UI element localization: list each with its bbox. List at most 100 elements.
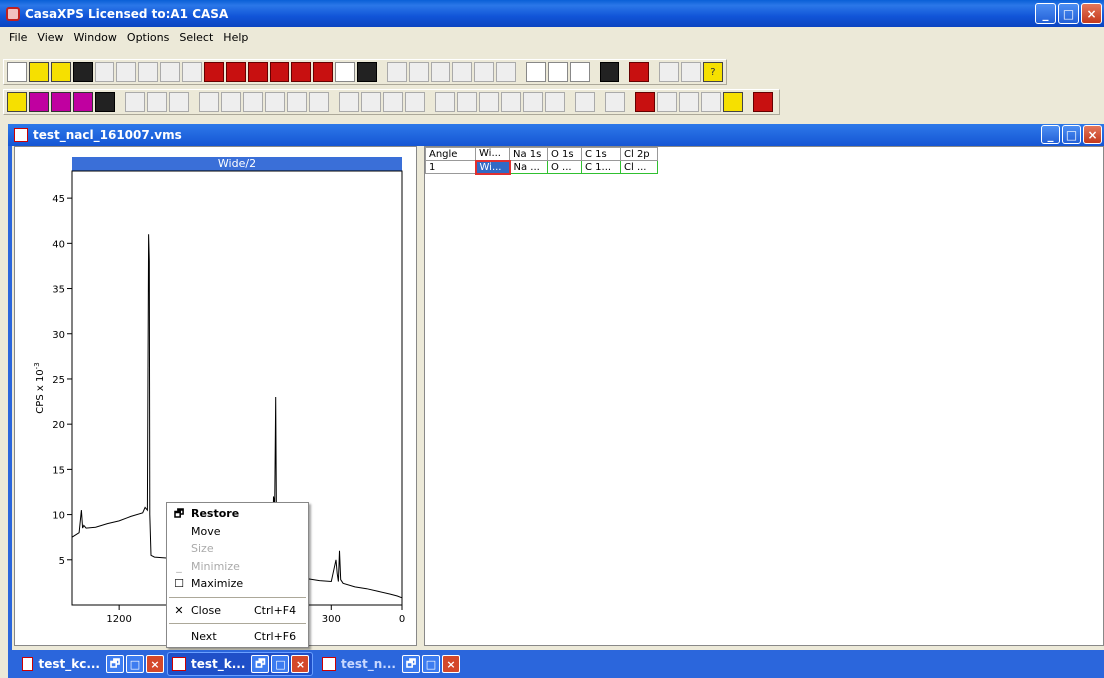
app-icon[interactable] xyxy=(6,6,20,21)
tool-red-3-icon[interactable] xyxy=(247,62,268,82)
window-2-icon[interactable] xyxy=(408,62,429,82)
copy-3-icon[interactable] xyxy=(138,62,159,82)
cell-angle[interactable]: 1 xyxy=(425,160,476,174)
tool-gray-14-icon[interactable] xyxy=(435,92,455,112)
menu-file[interactable]: File xyxy=(4,31,32,44)
minimized-window-2[interactable]: test_k... 🗗 □ × xyxy=(167,652,313,676)
restore-button[interactable]: 🗗 xyxy=(251,655,270,673)
save-icon[interactable] xyxy=(72,62,93,82)
doc-maximize-button[interactable]: □ xyxy=(1062,125,1081,144)
menu-close[interactable]: ✕ Close Ctrl+F4 xyxy=(167,602,308,620)
cell-na1s[interactable]: Na ... xyxy=(509,160,548,174)
tool-magenta-2-icon[interactable] xyxy=(51,92,71,112)
doc-close-button[interactable]: × xyxy=(1083,125,1102,144)
tool-gray-19-icon[interactable] xyxy=(545,92,565,112)
tool-gray-7-icon[interactable] xyxy=(265,92,285,112)
menu-options[interactable]: Options xyxy=(122,31,174,44)
doc-minimize-button[interactable]: _ xyxy=(1041,125,1060,144)
tool-gray-5-icon[interactable] xyxy=(221,92,241,112)
tool-gray-15-icon[interactable] xyxy=(457,92,477,112)
menu-maximize[interactable]: ☐ Maximize xyxy=(167,575,308,593)
maximize-button[interactable]: □ xyxy=(421,655,440,673)
tool-gray-8-icon[interactable] xyxy=(287,92,307,112)
tool-red-4-icon[interactable] xyxy=(269,62,290,82)
close-button[interactable]: × xyxy=(146,655,164,673)
tool-gray-3-icon[interactable] xyxy=(169,92,189,112)
clipboard-2-icon[interactable] xyxy=(599,62,620,82)
tool-gray-11-icon[interactable] xyxy=(361,92,381,112)
arrows-icon[interactable] xyxy=(547,62,568,82)
menu-restore[interactable]: 🗗 Restore xyxy=(167,505,308,523)
tool-gray-16-icon[interactable] xyxy=(479,92,499,112)
tool-gray-4-icon[interactable] xyxy=(199,92,219,112)
header-wide[interactable]: Wi... xyxy=(475,147,510,161)
copy-icon[interactable] xyxy=(94,62,115,82)
tool-gray-12-icon[interactable] xyxy=(383,92,403,112)
tool-gray-10-icon[interactable] xyxy=(339,92,359,112)
tool-gray-20-icon[interactable] xyxy=(575,92,595,112)
tool-gray-1-icon[interactable] xyxy=(125,92,145,112)
close-button[interactable]: × xyxy=(291,655,310,673)
menu-move[interactable]: Move xyxy=(167,523,308,541)
maximize-button[interactable]: □ xyxy=(271,655,290,673)
cell-wide[interactable]: Wi... xyxy=(474,159,511,175)
menu-window[interactable]: Window xyxy=(69,31,122,44)
tool-gray-23-icon[interactable] xyxy=(679,92,699,112)
tool-grid-icon[interactable] xyxy=(95,92,115,112)
window-icon[interactable] xyxy=(386,62,407,82)
close-button[interactable]: × xyxy=(1081,3,1102,24)
copy-2-icon[interactable] xyxy=(116,62,137,82)
close-button[interactable]: × xyxy=(441,655,460,673)
restore-button[interactable]: 🗗 xyxy=(106,655,124,673)
app-title-bar[interactable]: CasaXPS Licensed to:A1 CASA _ □ × xyxy=(0,0,1104,27)
tool-gray-22-icon[interactable] xyxy=(657,92,677,112)
line-icon[interactable] xyxy=(474,62,495,82)
tool-red-7-icon[interactable] xyxy=(635,92,655,112)
tool-red-6-icon[interactable] xyxy=(313,62,334,82)
new-file-icon[interactable] xyxy=(7,62,27,82)
print-preview-icon[interactable] xyxy=(681,62,702,82)
tool-gray-18-icon[interactable] xyxy=(523,92,543,112)
tool-gray-13-icon[interactable] xyxy=(405,92,425,112)
clipboard-icon[interactable] xyxy=(357,62,377,82)
minimized-window-3[interactable]: test_n... 🗗 □ × xyxy=(318,652,464,676)
page-icon[interactable] xyxy=(182,62,202,82)
tool-red-5-icon[interactable] xyxy=(291,62,312,82)
arrow-left-icon[interactable] xyxy=(569,62,590,82)
open-folder-2-icon[interactable] xyxy=(50,62,71,82)
arrow-right-icon[interactable] xyxy=(526,62,546,82)
tool-red-2-icon[interactable] xyxy=(225,62,246,82)
tool-red-1-icon[interactable] xyxy=(203,62,224,82)
tool-magenta-3-icon[interactable] xyxy=(73,92,93,112)
cell-o1s[interactable]: O ... xyxy=(547,160,582,174)
menu-view[interactable]: View xyxy=(32,31,68,44)
header-cl2p[interactable]: Cl 2p xyxy=(620,147,658,161)
document-icon[interactable] xyxy=(14,128,28,142)
header-c1s[interactable]: C 1s xyxy=(581,147,621,161)
minimized-window-1[interactable]: test_kc... 🗗 □ × xyxy=(18,652,164,676)
tool-gray-24-icon[interactable] xyxy=(701,92,721,112)
window-3-icon[interactable] xyxy=(430,62,451,82)
restore-button[interactable]: 🗗 xyxy=(401,655,420,673)
table-row[interactable]: 1 Wi... Na ... O ... C 1... Cl ... xyxy=(425,159,658,175)
tool-doc-icon[interactable] xyxy=(335,62,355,82)
tool-gray-21-icon[interactable] xyxy=(605,92,625,112)
tool-yellow-icon[interactable] xyxy=(7,92,27,112)
tool-gray-6-icon[interactable] xyxy=(243,92,263,112)
cell-cl2p[interactable]: Cl ... xyxy=(620,160,658,174)
edit-mode-icon[interactable] xyxy=(753,92,773,112)
menu-select[interactable]: Select xyxy=(174,31,218,44)
minimize-button[interactable]: _ xyxy=(1035,3,1056,24)
maximize-button[interactable]: □ xyxy=(1058,3,1079,24)
open-folder-icon[interactable] xyxy=(28,62,49,82)
tool-gray-9-icon[interactable] xyxy=(309,92,329,112)
header-angle[interactable]: Angle xyxy=(425,147,476,161)
copy-4-icon[interactable] xyxy=(160,62,180,82)
menu-next[interactable]: Next Ctrl+F6 xyxy=(167,628,308,646)
arrow-icon[interactable] xyxy=(452,62,473,82)
tool-gray-2-icon[interactable] xyxy=(147,92,167,112)
cell-c1s[interactable]: C 1... xyxy=(581,160,621,174)
list-icon[interactable] xyxy=(496,62,517,82)
tool-gray-17-icon[interactable] xyxy=(501,92,521,112)
document-title-bar[interactable]: test_nacl_161007.vms _ □ × xyxy=(8,124,1104,146)
